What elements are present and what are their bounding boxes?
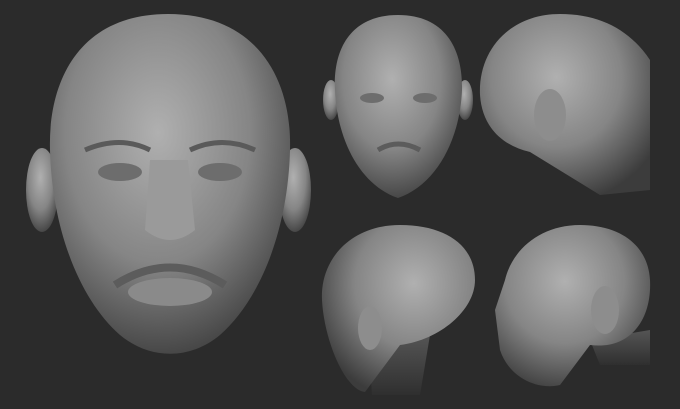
- face: [334, 15, 463, 198]
- ear: [534, 89, 566, 141]
- nose: [145, 160, 195, 240]
- back-view-left: [321, 225, 475, 395]
- left-eye: [98, 163, 142, 181]
- right-eye: [413, 93, 437, 103]
- lips: [128, 278, 212, 306]
- left-eye: [360, 93, 384, 103]
- front-view-large: [26, 14, 311, 354]
- sculpt-render-sheet: [0, 0, 680, 409]
- profile-view: [495, 225, 651, 387]
- ear: [591, 286, 619, 334]
- front-view-small: [323, 15, 473, 198]
- back-view-right: [479, 14, 650, 195]
- ear: [358, 306, 382, 350]
- head-sculpt-views: [26, 14, 651, 395]
- right-eye: [198, 163, 242, 181]
- head: [479, 14, 650, 195]
